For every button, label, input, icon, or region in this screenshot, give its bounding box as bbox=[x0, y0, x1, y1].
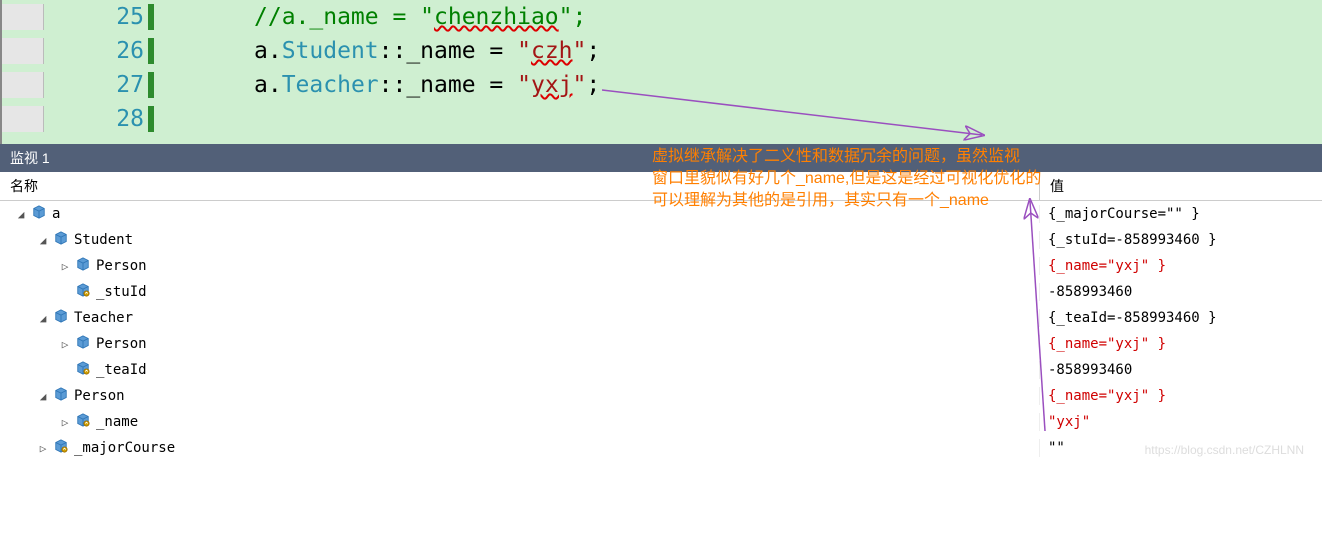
class-icon bbox=[72, 335, 96, 353]
expander-icon[interactable]: ◢ bbox=[36, 234, 50, 247]
var-name: Person bbox=[96, 336, 147, 352]
class-icon bbox=[50, 231, 74, 249]
field-icon bbox=[72, 413, 96, 431]
var-value: -858993460 bbox=[1040, 284, 1322, 300]
expander-icon[interactable]: ▷ bbox=[36, 442, 50, 455]
var-name: _name bbox=[96, 414, 138, 430]
expander-icon[interactable]: ▷ bbox=[58, 416, 72, 429]
code-text: a.Teacher::_name = "yxj"; bbox=[154, 72, 600, 98]
watch-row[interactable]: ▷ _name "yxj" bbox=[0, 409, 1322, 435]
var-value: {_teaId=-858993460 } bbox=[1040, 310, 1322, 326]
column-value[interactable]: 值 bbox=[1040, 172, 1322, 200]
code-line[interactable]: 26a.Student::_name = "czh"; bbox=[2, 34, 1322, 68]
var-name: Person bbox=[96, 258, 147, 274]
class-icon bbox=[28, 205, 52, 223]
watch-body[interactable]: https://blog.csdn.net/CZHLNN ◢a{_majorCo… bbox=[0, 201, 1322, 461]
annotation-text: 虚拟继承解决了二义性和数据冗余的问题，虽然监视 窗口里貌似有好几个_name,但… bbox=[652, 146, 1041, 212]
code-text: a.Student::_name = "czh"; bbox=[154, 38, 600, 64]
class-icon bbox=[72, 257, 96, 275]
expander-icon[interactable]: ▷ bbox=[58, 338, 72, 351]
code-line[interactable]: 27a.Teacher::_name = "yxj"; bbox=[2, 68, 1322, 102]
field-icon bbox=[72, 361, 96, 379]
var-name: _stuId bbox=[96, 284, 147, 300]
watch-row[interactable]: ▷ Person {_name="yxj" } bbox=[0, 253, 1322, 279]
line-number: 26 bbox=[2, 38, 154, 64]
line-number: 25 bbox=[2, 4, 154, 30]
expander-icon[interactable]: ▷ bbox=[58, 260, 72, 273]
watch-row[interactable]: ▷ Person {_name="yxj" } bbox=[0, 331, 1322, 357]
var-name: _teaId bbox=[96, 362, 147, 378]
expander-icon[interactable]: ◢ bbox=[14, 208, 28, 221]
expander-icon[interactable]: ◢ bbox=[36, 390, 50, 403]
var-name: Person bbox=[74, 388, 125, 404]
field-icon bbox=[50, 439, 74, 457]
watch-row[interactable]: _teaId -858993460 bbox=[0, 357, 1322, 383]
code-line[interactable]: 28 bbox=[2, 102, 1322, 136]
code-editor[interactable]: 25//a._name = "chenzhiao";26a.Student::_… bbox=[0, 0, 1322, 144]
var-name: a bbox=[52, 206, 60, 222]
class-icon bbox=[50, 387, 74, 405]
var-value: {_stuId=-858993460 } bbox=[1040, 232, 1322, 248]
field-icon bbox=[72, 283, 96, 301]
code-line[interactable]: 25//a._name = "chenzhiao"; bbox=[2, 0, 1322, 34]
var-name: Teacher bbox=[74, 310, 133, 326]
expander-icon[interactable]: ◢ bbox=[36, 312, 50, 325]
var-name: Student bbox=[74, 232, 133, 248]
var-value: {_majorCourse="" } bbox=[1040, 206, 1322, 222]
watermark: https://blog.csdn.net/CZHLNN bbox=[1145, 443, 1304, 457]
watch-row[interactable]: ▷_majorCourse"" bbox=[0, 435, 1322, 461]
watch-row[interactable]: ◢ Teacher {_teaId=-858993460 } bbox=[0, 305, 1322, 331]
code-text: //a._name = "chenzhiao"; bbox=[154, 4, 586, 30]
watch-row[interactable]: ◢ Person {_name="yxj" } bbox=[0, 383, 1322, 409]
line-number: 27 bbox=[2, 72, 154, 98]
class-icon bbox=[50, 309, 74, 327]
watch-row[interactable]: _stuId -858993460 bbox=[0, 279, 1322, 305]
var-value: {_name="yxj" } bbox=[1040, 388, 1322, 404]
var-value: "yxj" bbox=[1040, 414, 1322, 430]
var-value: {_name="yxj" } bbox=[1040, 336, 1322, 352]
watch-row[interactable]: ◢ Student {_stuId=-858993460 } bbox=[0, 227, 1322, 253]
var-value: -858993460 bbox=[1040, 362, 1322, 378]
line-number: 28 bbox=[2, 106, 154, 132]
var-value: {_name="yxj" } bbox=[1040, 258, 1322, 274]
var-name: _majorCourse bbox=[74, 440, 175, 456]
